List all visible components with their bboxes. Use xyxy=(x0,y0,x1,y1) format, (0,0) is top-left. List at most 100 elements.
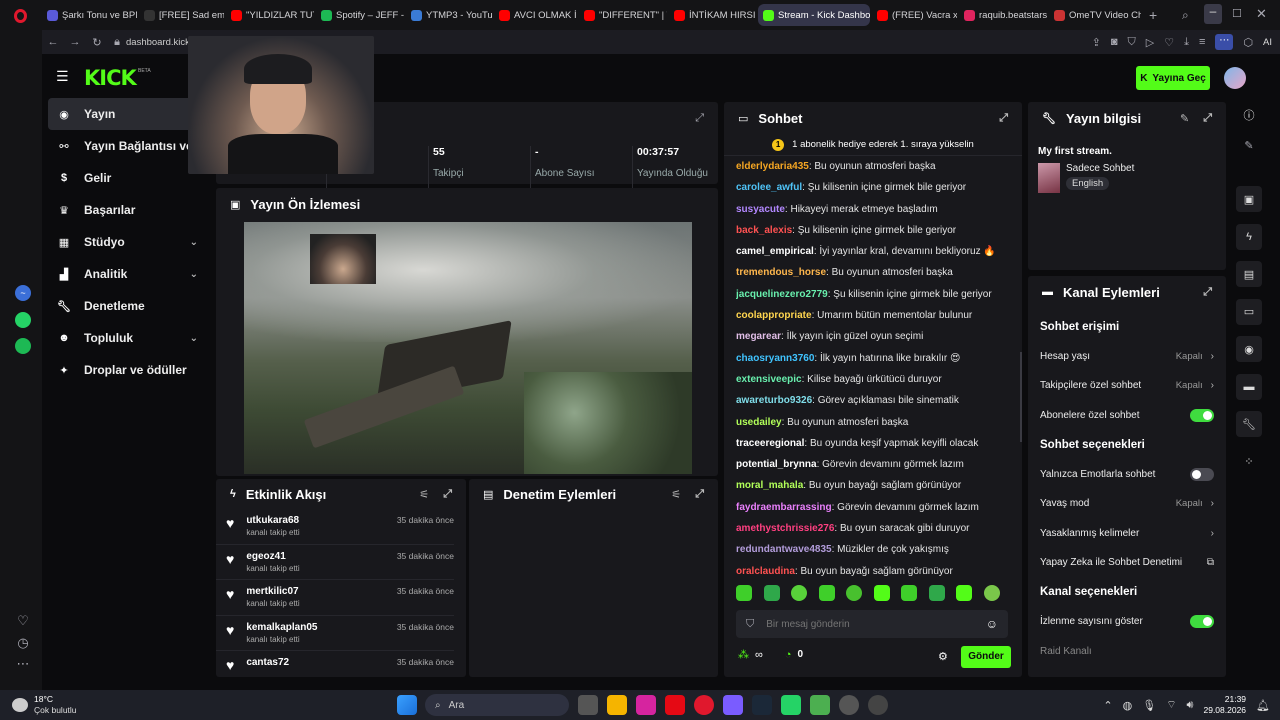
start-icon[interactable] xyxy=(396,695,417,715)
chat-message[interactable]: chaosryann3760: İlk yayın hatırına like … xyxy=(736,348,1010,369)
hamburger-menu-icon[interactable]: ☰ xyxy=(56,68,69,85)
chat-username[interactable]: camel_empirical xyxy=(736,246,814,257)
browser-tab[interactable]: AVCI OLMAK İSTER xyxy=(494,4,577,26)
activity-item[interactable]: ♥ mertkilic07 kanalı takip etti 35 dakika ö… xyxy=(216,580,454,616)
chat-username[interactable]: megarear xyxy=(736,331,781,342)
download-icon[interactable]: ⤓ xyxy=(1184,36,1189,49)
sidebar-item[interactable]: ⚯ Yayın Bağlantısı ve Ar xyxy=(48,130,210,162)
messenger-icon[interactable]: ~ xyxy=(15,285,31,301)
tray-chevron-icon[interactable]: ⌃ xyxy=(1103,699,1112,712)
chat-message[interactable]: potential_brynna: Görevin devamını görme… xyxy=(736,454,1010,475)
heart-outline-icon[interactable]: ♡ xyxy=(1164,36,1174,49)
setting-row[interactable]: Yapay Zeka ile Sohbet Denetimi ⧉ xyxy=(1028,548,1226,578)
setting-row[interactable]: Raid Kanalı xyxy=(1028,637,1226,667)
chat-message[interactable]: susyacute: Hikayeyi merak etmeye başladı… xyxy=(736,199,1010,220)
wrench-icon[interactable]: 🔧︎ xyxy=(1236,411,1262,437)
chat-icon[interactable]: ▭ xyxy=(1236,298,1262,325)
browser-tab[interactable]: İNTİKAM HIRSI BİZ xyxy=(669,4,756,26)
store-icon[interactable] xyxy=(606,695,627,715)
expand-icon[interactable]: ⤢ xyxy=(695,112,704,125)
send-button[interactable]: Gönder xyxy=(961,646,1011,668)
setting-row[interactable]: Yalnızca Emotlarla sohbet xyxy=(1028,460,1226,490)
chat-message-input[interactable] xyxy=(766,618,974,630)
whatsapp-icon[interactable] xyxy=(780,695,801,715)
edit-pencil-icon[interactable]: ✎ xyxy=(1180,112,1189,125)
wifi-icon[interactable]: ⌔ xyxy=(1166,698,1176,712)
chat-message[interactable]: tremendous_horse: Bu oyunun atmosferi ba… xyxy=(736,262,1010,283)
sidebar-item[interactable]: ✦ Droplar ve ödüller xyxy=(48,354,210,386)
emote-icon[interactable] xyxy=(763,585,780,601)
go-live-button[interactable]: K Yayına Geç xyxy=(1136,66,1210,90)
sidebar-item[interactable]: ▟ Analitik ⌄ xyxy=(48,258,210,290)
chat-username[interactable]: awareturbo9326 xyxy=(736,395,812,406)
share-icon[interactable]: ⇪ xyxy=(1092,36,1101,49)
filter-icon[interactable]: ⚟ xyxy=(419,488,429,501)
browser-tab[interactable]: [FREE] Sad emotio xyxy=(139,4,224,26)
kick-logo[interactable]: KICK xyxy=(84,66,137,90)
record-icon[interactable]: ◉ xyxy=(1236,336,1262,362)
setting-row[interactable]: İzlenme sayısını göster xyxy=(1028,607,1226,637)
emote-icon[interactable] xyxy=(736,585,752,601)
avatar[interactable] xyxy=(1224,67,1246,89)
back-icon[interactable]: ← xyxy=(42,36,64,48)
emote-icon[interactable] xyxy=(956,585,972,601)
history-icon[interactable]: ◷ xyxy=(14,634,32,652)
chat-message[interactable]: moral_mahala: Bu oyun bayağı sağlam görü… xyxy=(736,475,1010,496)
toggle-switch[interactable] xyxy=(1190,615,1214,629)
chat-message[interactable]: jacquelinezero2779: Şu kilisenin içine g… xyxy=(736,284,1010,305)
browser-tab[interactable]: Spotify – JEFF - Dis xyxy=(316,4,404,26)
settings-gear-icon[interactable]: ⚙ xyxy=(938,650,948,663)
sidebar-item[interactable]: ☻ Topluluk ⌄ xyxy=(48,322,210,354)
forward-icon[interactable]: → xyxy=(64,36,86,48)
stream-video[interactable] xyxy=(244,222,692,474)
sidebar-item[interactable]: ◉ Yayın xyxy=(48,98,210,130)
chat-username[interactable]: moral_mahala xyxy=(736,480,803,491)
list-icon[interactable]: ▤ xyxy=(1236,261,1262,287)
sidebar-item[interactable]: 🔧︎ Denetleme xyxy=(48,290,210,322)
notification-bell-icon[interactable]: 🔔︎ xyxy=(1256,699,1270,712)
chat-message[interactable]: extensiveepic: Kilise bayağı ürkütücü du… xyxy=(736,369,1010,390)
setting-row[interactable]: Takipçilere özel sohbet Kapalı › xyxy=(1028,371,1226,401)
expand-icon[interactable]: ⤢ xyxy=(1203,112,1212,125)
cube-icon[interactable]: ⬡ xyxy=(1243,36,1253,49)
obs-icon[interactable] xyxy=(838,695,859,715)
chat-username[interactable]: extensiveepic xyxy=(736,374,802,385)
chat-username[interactable]: carolee_awful xyxy=(736,182,802,193)
copilot-icon[interactable] xyxy=(722,695,743,715)
chat-username[interactable]: traceeregional xyxy=(736,438,804,449)
steam-icon[interactable] xyxy=(751,695,772,715)
close-window-button[interactable]: ✕ xyxy=(1256,6,1267,22)
setting-row[interactable]: Yasaklanmış kelimeler › xyxy=(1028,519,1226,549)
chat-message[interactable]: redundantwave4835: Müzikler de çok yakış… xyxy=(736,539,1010,560)
emote-icon[interactable] xyxy=(928,585,945,601)
setting-row[interactable]: Abonelere özel sohbet xyxy=(1028,401,1226,431)
play-icon[interactable]: ▷ xyxy=(1146,36,1154,49)
more-icon[interactable]: ⋯ xyxy=(14,655,32,673)
browser-tab[interactable]: raquib.beatstars.co xyxy=(959,4,1047,26)
chat-username[interactable]: usedailey xyxy=(736,417,782,428)
chevron-down-icon[interactable]: ⌄ xyxy=(190,269,198,280)
toggle-switch[interactable] xyxy=(1190,467,1214,481)
app2-icon[interactable] xyxy=(867,695,888,715)
chat-message[interactable]: amethystchrissie276: Bu oyun saracak gib… xyxy=(736,518,1010,539)
chat-username[interactable]: susyacute xyxy=(736,204,785,215)
activity-item[interactable]: ♥ kemalkaplan05 kanalı takip etti 35 dakika… xyxy=(216,616,454,651)
browser-tab[interactable]: OmeTV Video Chat xyxy=(1049,4,1141,26)
chat-username[interactable]: chaosryann3760 xyxy=(736,353,814,364)
opera-logo-icon[interactable] xyxy=(14,9,27,23)
chevron-down-icon[interactable]: ⌄ xyxy=(190,333,198,344)
setting-row[interactable]: Hesap yaşı Kapalı › xyxy=(1028,342,1226,372)
browser-tab[interactable]: "DIFFERENT" | Trap xyxy=(579,4,667,26)
new-tab-icon[interactable]: + xyxy=(1149,7,1157,23)
volume-icon[interactable]: 🔊︎ xyxy=(1187,699,1194,712)
shield-icon[interactable]: ⛉ xyxy=(1128,36,1136,49)
browser-tab[interactable]: YTMP3 - YouTube xyxy=(406,4,492,26)
chat-scrollbar[interactable] xyxy=(1020,352,1022,442)
app-icon[interactable] xyxy=(809,695,830,715)
chat-username[interactable]: jacquelinezero2779 xyxy=(736,289,828,300)
chat-message[interactable]: elderlydaria435: Bu oyunun atmosferi baş… xyxy=(736,156,1010,177)
emote-icon[interactable] xyxy=(846,585,862,601)
category-name[interactable]: Sadece Sohbet xyxy=(1066,163,1134,174)
extensions-icon[interactable]: ⋯ xyxy=(1215,34,1234,50)
ai-button[interactable]: AI xyxy=(1263,37,1272,48)
